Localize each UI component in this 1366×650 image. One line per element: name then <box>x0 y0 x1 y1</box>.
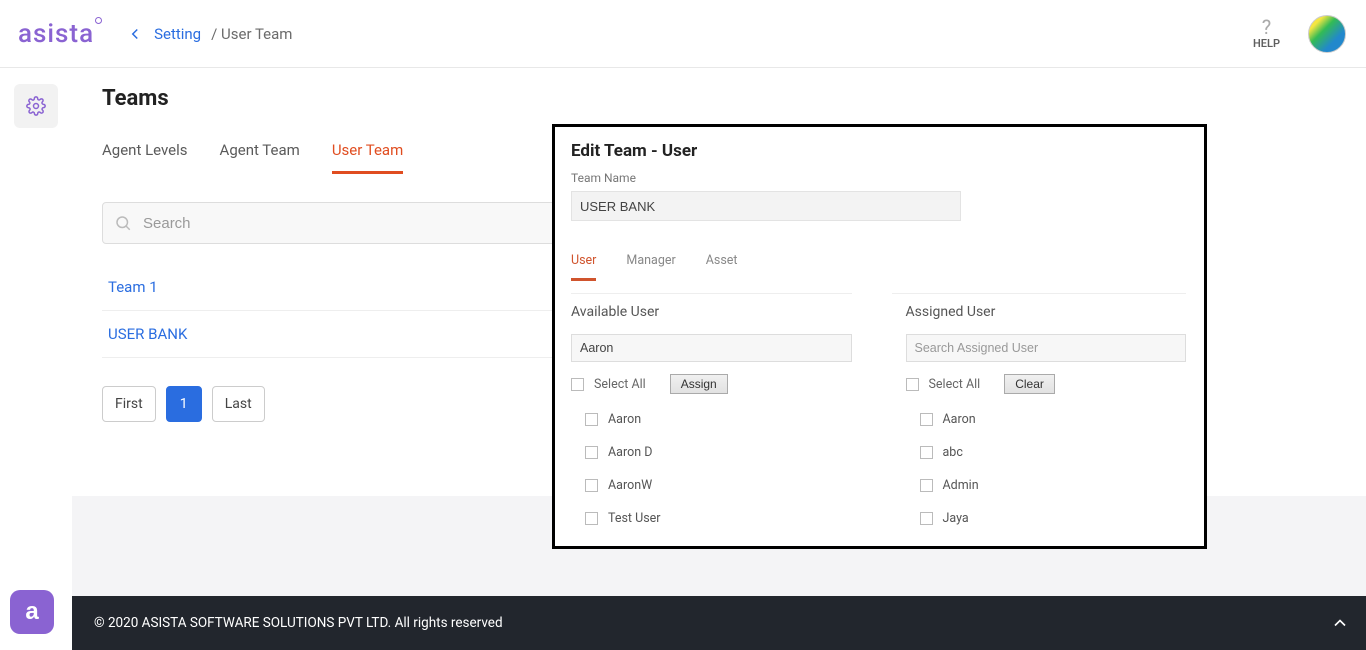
team-row[interactable]: Team 1 <box>102 264 612 311</box>
assigned-search-input[interactable] <box>906 334 1187 362</box>
available-title: Available User <box>571 304 852 320</box>
available-search-input[interactable] <box>571 334 852 362</box>
settings-gear-button[interactable] <box>14 84 58 128</box>
assigned-user-row[interactable]: abc <box>920 445 1187 460</box>
fab-button[interactable]: a <box>10 590 54 634</box>
footer-text: © 2020 ASISTA SOFTWARE SOLUTIONS PVT LTD… <box>94 615 503 631</box>
tab-agent-team[interactable]: Agent Team <box>220 135 300 174</box>
team-list: Team 1 USER BANK <box>102 264 612 358</box>
help-label: HELP <box>1253 37 1280 50</box>
page-last[interactable]: Last <box>212 386 265 422</box>
assigned-user-row[interactable]: Jaya <box>920 511 1187 526</box>
tab-user-team[interactable]: User Team <box>332 135 403 174</box>
help-icon: ? <box>1262 17 1271 37</box>
scroll-to-top-button[interactable] <box>1314 596 1366 650</box>
breadcrumb-current: / User Team <box>211 25 292 43</box>
assigned-user-column: Assigned User Select All Clear Aaron abc… <box>892 293 1187 526</box>
assigned-user-row[interactable]: Admin <box>920 478 1187 493</box>
brand-ring-icon <box>95 17 102 24</box>
available-user-row[interactable]: Aaron D <box>585 445 852 460</box>
page-title: Teams <box>102 86 1366 111</box>
search-wrap <box>102 202 572 244</box>
tab-agent-levels[interactable]: Agent Levels <box>102 135 188 174</box>
search-input[interactable] <box>102 202 572 244</box>
checkbox[interactable] <box>585 446 598 459</box>
topbar: asista Setting / User Team ? HELP <box>0 0 1366 68</box>
checkbox[interactable] <box>920 479 933 492</box>
available-user-row[interactable]: Aaron <box>585 412 852 427</box>
left-sidebar <box>0 68 72 650</box>
panel-title: Edit Team - User <box>571 141 1186 161</box>
team-row[interactable]: USER BANK <box>102 311 612 358</box>
team-name-input[interactable] <box>571 191 961 221</box>
search-icon <box>114 214 132 236</box>
panel-tab-user[interactable]: User <box>571 253 596 281</box>
brand-text: asista <box>18 19 94 49</box>
breadcrumb: Setting / User Team <box>126 25 292 43</box>
available-user-column: Available User Select All Assign Aaron A… <box>571 293 852 526</box>
gear-icon <box>26 96 46 116</box>
chevron-up-icon <box>1330 613 1350 633</box>
breadcrumb-setting[interactable]: Setting <box>154 25 201 43</box>
available-user-row[interactable]: AaronW <box>585 478 852 493</box>
checkbox[interactable] <box>585 512 598 525</box>
panel-tab-asset[interactable]: Asset <box>706 253 738 281</box>
help-button[interactable]: ? HELP <box>1253 17 1280 50</box>
checkbox[interactable] <box>920 512 933 525</box>
available-user-row[interactable]: Test User <box>585 511 852 526</box>
edit-team-panel: Edit Team - User Team Name User Manager … <box>552 124 1207 549</box>
brand-logo[interactable]: asista <box>18 19 104 49</box>
checkbox[interactable] <box>920 413 933 426</box>
panel-tab-manager[interactable]: Manager <box>626 253 675 281</box>
clear-button[interactable]: Clear <box>1004 374 1055 394</box>
available-select-all-checkbox[interactable] <box>571 378 584 391</box>
team-name-label: Team Name <box>571 171 1186 185</box>
main-content: Teams Agent Levels Agent Team User Team … <box>72 68 1366 650</box>
panel-tabs: User Manager Asset <box>571 253 1186 281</box>
assigned-select-all-label: Select All <box>929 377 981 392</box>
avatar[interactable] <box>1308 15 1346 53</box>
checkbox[interactable] <box>585 479 598 492</box>
assigned-select-all-checkbox[interactable] <box>906 378 919 391</box>
assign-button[interactable]: Assign <box>670 374 728 394</box>
page-first[interactable]: First <box>102 386 156 422</box>
page-1[interactable]: 1 <box>166 386 202 422</box>
back-arrow-icon[interactable] <box>126 25 144 43</box>
checkbox[interactable] <box>585 413 598 426</box>
assigned-user-row[interactable]: Aaron <box>920 412 1187 427</box>
assigned-title: Assigned User <box>906 304 1187 320</box>
fab-icon: a <box>25 598 38 626</box>
checkbox[interactable] <box>920 446 933 459</box>
available-select-all-label: Select All <box>594 377 646 392</box>
footer: © 2020 ASISTA SOFTWARE SOLUTIONS PVT LTD… <box>72 596 1366 650</box>
